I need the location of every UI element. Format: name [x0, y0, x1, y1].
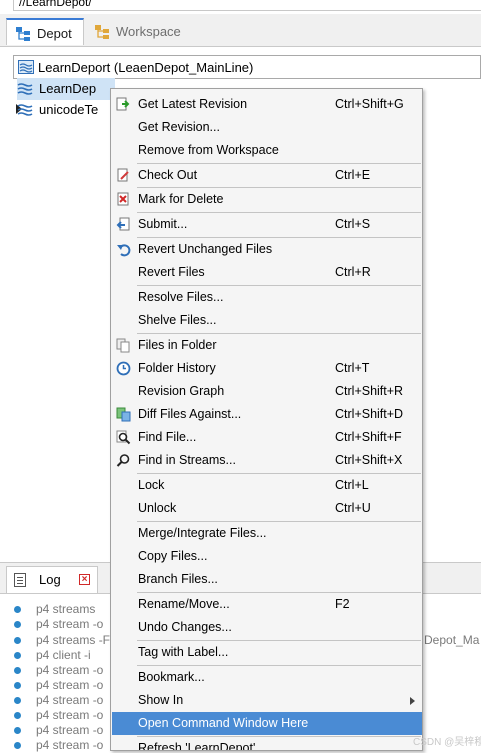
history-clock-icon	[116, 361, 131, 376]
menu-item-copy-files[interactable]: Copy Files...	[112, 545, 422, 568]
get-latest-icon	[116, 97, 130, 111]
info-dot-icon	[14, 652, 21, 659]
tab-log[interactable]: Log ×	[6, 566, 98, 593]
menu-item-merge-integrate[interactable]: Merge/Integrate Files...	[112, 522, 422, 545]
submenu-arrow-icon	[410, 697, 415, 705]
menu-item-lock[interactable]: Lock Ctrl+L	[112, 474, 422, 497]
depot-tree-icon	[16, 27, 30, 41]
workspace-tree-icon	[95, 25, 109, 39]
menu-item-get-revision[interactable]: Get Revision...	[112, 116, 422, 139]
menu-item-revert-unchanged-files[interactable]: Revert Unchanged Files	[112, 238, 422, 261]
menu-item-tag-with-label[interactable]: Tag with Label...	[112, 641, 422, 664]
log-line-tail: Depot_Ma	[424, 633, 480, 647]
tree-row-unicodetest[interactable]: unicodeTe	[17, 99, 115, 121]
menu-item-refresh[interactable]: Refresh 'LearnDepot'	[112, 737, 422, 750]
info-dot-icon	[14, 712, 21, 719]
watermark: CSDN @吴梓穆	[413, 737, 481, 748]
tab-depot-label: Depot	[37, 26, 72, 41]
menu-item-find-file[interactable]: Find File... Ctrl+Shift+F	[112, 426, 422, 449]
info-dot-icon	[14, 742, 21, 749]
stream-icon	[17, 104, 33, 116]
tab-workspace-label: Workspace	[116, 24, 181, 39]
menu-item-folder-history[interactable]: Folder History Ctrl+T	[112, 357, 422, 380]
menu-item-show-in[interactable]: Show In	[112, 689, 422, 712]
info-dot-icon	[14, 682, 21, 689]
info-dot-icon	[14, 606, 21, 613]
menu-item-bookmark[interactable]: Bookmark...	[112, 666, 422, 689]
menu-item-diff-files-against[interactable]: Diff Files Against... Ctrl+Shift+D	[112, 403, 422, 426]
close-icon[interactable]: ×	[79, 574, 90, 585]
tab-depot[interactable]: Depot	[6, 18, 84, 45]
log-icon	[14, 573, 26, 587]
menu-item-check-out[interactable]: Check Out Ctrl+E	[112, 164, 422, 187]
menu-item-rename-move[interactable]: Rename/Move... F2	[112, 593, 422, 616]
revert-icon	[117, 244, 131, 257]
find-file-icon	[116, 430, 131, 445]
tree-row-label: LearnDep	[39, 81, 97, 96]
diff-icon	[116, 407, 131, 422]
info-dot-icon	[14, 667, 21, 674]
menu-item-branch-files[interactable]: Branch Files...	[112, 568, 422, 591]
submit-icon	[116, 217, 130, 231]
delete-icon	[117, 192, 129, 206]
stream-icon	[17, 83, 33, 95]
menu-item-undo-changes[interactable]: Undo Changes...	[112, 616, 422, 639]
menu-item-revert-files[interactable]: Revert Files Ctrl+R	[112, 261, 422, 284]
menu-item-unlock[interactable]: Unlock Ctrl+U	[112, 497, 422, 520]
menu-item-submit[interactable]: Submit... Ctrl+S	[112, 213, 422, 236]
path-input[interactable]: //LearnDepot/	[13, 0, 481, 11]
menu-item-get-latest-revision[interactable]: Get Latest Revision Ctrl+Shift+G	[112, 93, 422, 116]
info-dot-icon	[14, 697, 21, 704]
info-dot-icon	[14, 727, 21, 734]
stream-depot-icon	[18, 60, 34, 74]
menu-item-remove-from-workspace[interactable]: Remove from Workspace	[112, 139, 422, 162]
tab-bar: Depot Workspace	[0, 14, 481, 47]
depot-selector-label: LearnDeport (LeaenDepot_MainLine)	[38, 60, 254, 75]
context-menu: Get Latest Revision Ctrl+Shift+G Get Revi…	[110, 88, 423, 751]
files-icon	[116, 338, 130, 353]
tree-row-label: unicodeTe	[39, 102, 99, 117]
tab-workspace[interactable]: Workspace	[86, 18, 196, 45]
info-dot-icon	[14, 637, 21, 644]
menu-item-shelve-files[interactable]: Shelve Files...	[112, 309, 422, 332]
path-bar: //LearnDepot/	[0, 0, 481, 12]
tab-log-label: Log	[39, 572, 61, 587]
info-dot-icon	[14, 621, 21, 628]
menu-item-revision-graph[interactable]: Revision Graph Ctrl+Shift+R	[112, 380, 422, 403]
tree-row-learndepot[interactable]: LearnDep	[17, 78, 115, 100]
check-out-icon	[117, 168, 129, 182]
menu-item-open-command-window[interactable]: Open Command Window Here	[112, 712, 422, 735]
depot-selector[interactable]: LearnDeport (LeaenDepot_MainLine)	[13, 55, 481, 79]
menu-item-mark-for-delete[interactable]: Mark for Delete	[112, 188, 422, 211]
menu-item-find-in-streams[interactable]: Find in Streams... Ctrl+Shift+X	[112, 449, 422, 472]
search-icon	[116, 454, 130, 467]
menu-item-files-in-folder[interactable]: Files in Folder	[112, 334, 422, 357]
menu-item-resolve-files[interactable]: Resolve Files...	[112, 286, 422, 309]
